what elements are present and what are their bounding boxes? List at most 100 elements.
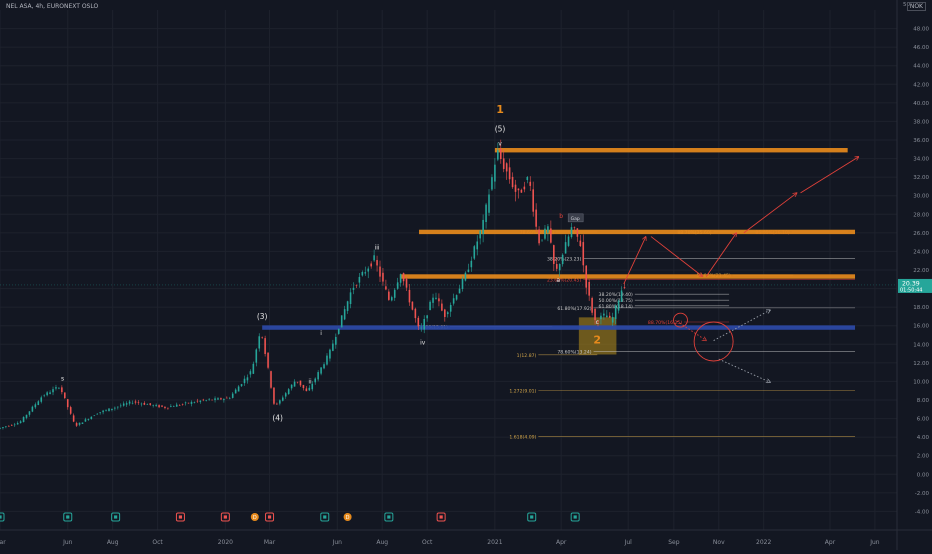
candle-body: [164, 406, 166, 409]
candle-body: [66, 399, 69, 408]
candle-body: [8, 426, 10, 427]
candle-body: [376, 260, 378, 266]
candle-body: [608, 315, 611, 318]
candle-body: [178, 405, 181, 406]
candle-body: [190, 401, 193, 404]
candle-body: [202, 399, 205, 401]
candle-body: [479, 230, 481, 239]
price-tick-label: 8.00: [917, 398, 930, 404]
candle-body: [64, 392, 66, 399]
candle-body: [270, 371, 272, 388]
candle-body: [603, 313, 605, 316]
time-tick-label: Nov: [713, 539, 725, 546]
price-tick-label: 44.00: [913, 64, 929, 70]
candle-body: [281, 397, 284, 401]
candle-body: [417, 317, 420, 327]
candle-body: [458, 288, 461, 294]
candle-body: [573, 227, 576, 228]
wave-label: c: [596, 319, 599, 326]
zone-upper-resistance: [494, 148, 848, 153]
candle-body: [461, 278, 464, 289]
price-tick-label: 6.00: [917, 417, 930, 423]
candle-body: [167, 407, 169, 409]
candle-body: [340, 315, 343, 328]
candle-body: [267, 352, 269, 368]
candle-body: [444, 309, 446, 317]
candle-body: [550, 228, 552, 243]
wave-label: a: [556, 277, 560, 284]
candle-body: [243, 378, 246, 384]
wave-label: b: [559, 213, 563, 220]
candle-body: [84, 419, 87, 422]
price-tick-label: 28.00: [913, 212, 929, 218]
candle-body: [90, 416, 93, 420]
candle-body: [564, 242, 567, 254]
candle-body: [402, 273, 405, 282]
candle-body: [467, 269, 470, 272]
candle-body: [46, 392, 48, 396]
candle-body: [420, 327, 423, 329]
candle-body: [408, 289, 411, 303]
candle-body: [69, 407, 72, 414]
candle-body: [31, 406, 34, 412]
candle-body: [514, 184, 517, 192]
candle-body: [5, 426, 7, 428]
candle-body: [337, 328, 340, 334]
candle-body: [52, 389, 54, 393]
candle-body: [279, 400, 281, 404]
candle-body: [258, 336, 261, 349]
time-tick-label: 2021: [487, 539, 502, 546]
currency-button[interactable]: NOK: [906, 2, 926, 11]
candle-body: [323, 364, 325, 369]
price-tick-label: 34.00: [913, 157, 929, 163]
candle-body: [119, 405, 122, 407]
price-tick-label: 18.00: [913, 305, 929, 311]
time-tick-label: 2022: [756, 539, 771, 546]
candle-body: [343, 309, 346, 320]
earnings-marker-dot: [267, 515, 272, 519]
candle-body: [405, 278, 408, 288]
candle-body: [305, 388, 308, 392]
candle-body: [585, 265, 588, 288]
candle-body: [579, 240, 582, 247]
candle-body: [75, 423, 78, 426]
price-tick-label: 40.00: [913, 101, 929, 107]
candle-body: [541, 239, 543, 241]
candle-body: [600, 315, 602, 320]
candle-body: [617, 300, 620, 311]
candle-body: [125, 403, 128, 405]
candle-body: [561, 254, 564, 265]
candle-body: [502, 158, 505, 169]
candle-body: [146, 404, 149, 405]
candle-body: [423, 318, 425, 330]
candle-body: [538, 229, 540, 244]
time-tick-label: Aug: [107, 539, 119, 546]
time-tick-label: Apr: [825, 539, 836, 546]
time-tick-label: Jun: [62, 539, 73, 546]
candle-body: [390, 297, 393, 301]
candle-body: [196, 400, 199, 402]
price-chart[interactable]: -4.00 -2.00 0.00 2.00 4.00 6.00 8.00 10.00 12.00…: [0, 0, 932, 550]
time-tick-label: Jun: [869, 539, 880, 546]
candle-body: [158, 405, 160, 408]
wave-label: iv: [420, 339, 426, 346]
dividend-marker-label: D: [253, 515, 257, 521]
candle-body: [13, 424, 16, 426]
candle-body: [193, 402, 196, 404]
candle-body: [326, 355, 328, 365]
candle-body: [520, 189, 523, 193]
candle-body: [517, 188, 520, 191]
candle-body: [438, 298, 440, 302]
gap-annotation-label: Gap: [571, 216, 580, 222]
price-tick-label: 26.00: [913, 231, 929, 237]
candle-body: [611, 316, 614, 323]
candle-body: [582, 242, 585, 266]
candle-body: [352, 287, 355, 290]
chart-window: NEL ASA, 4h, EURONEXT OSLO NOK -4.00 -2.0…: [0, 0, 932, 550]
candle-body: [349, 292, 352, 305]
price-tick-label: 10.00: [913, 379, 929, 385]
last-price-value: 20.39: [902, 280, 920, 287]
last-price-countdown: 01:50:44: [900, 287, 922, 293]
candle-body: [214, 398, 216, 401]
candle-body: [497, 150, 499, 160]
